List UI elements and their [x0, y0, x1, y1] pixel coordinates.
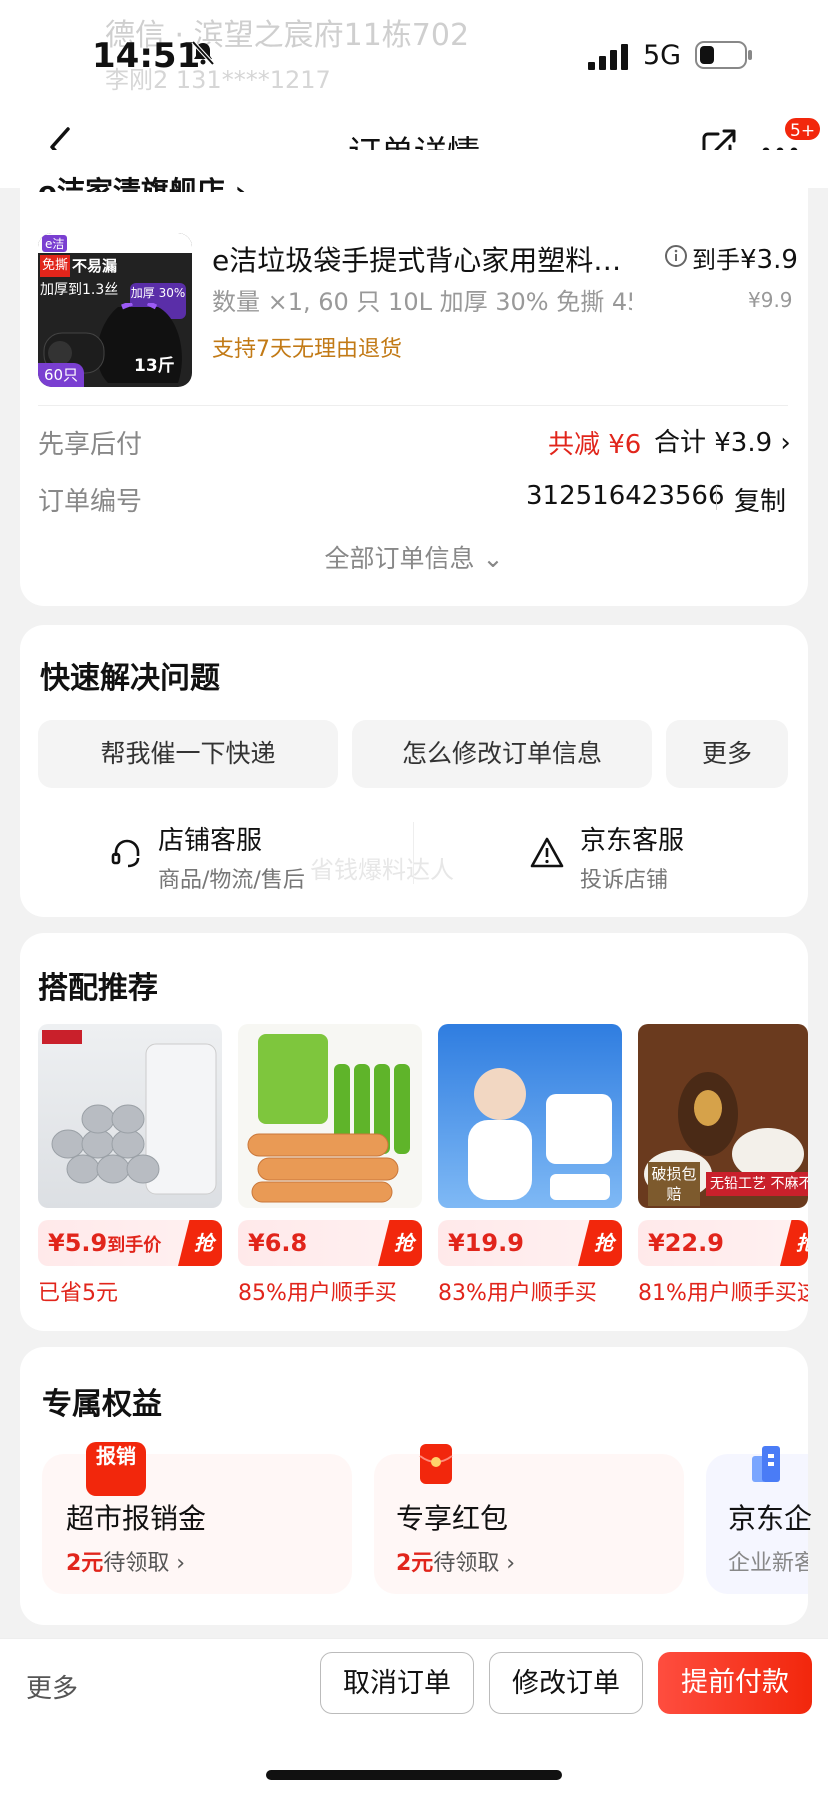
benefit-name-2: 专享红包: [396, 1502, 509, 1535]
discount-amount: 共减 ¥6: [548, 430, 642, 460]
recommend-price-3[interactable]: ¥19.9 抢: [438, 1220, 622, 1266]
return-policy: 支持7天无理由退货: [212, 337, 402, 362]
chip-modify-order-info[interactable]: 怎么修改订单信息: [352, 720, 652, 788]
tag-leakproof: 不易漏: [72, 257, 118, 275]
recommend-image-2[interactable]: [238, 1024, 422, 1208]
benefits-title: 专属权益: [42, 1387, 162, 1422]
recommend-title: 搭配推荐: [38, 971, 158, 1006]
final-price-value: ¥3.9: [740, 245, 798, 275]
info-icon[interactable]: [664, 244, 688, 268]
product-name[interactable]: e洁垃圾袋手提式背心家用塑料袋...: [212, 239, 642, 279]
recommend-image-1[interactable]: [38, 1024, 222, 1208]
pay-early-button[interactable]: 提前付款: [658, 1652, 812, 1714]
benefit-suffix: 待领取 ›: [433, 1551, 516, 1576]
enterprise-building-icon: [752, 1446, 780, 1482]
separator: [716, 486, 717, 510]
order-number: 312516423566: [526, 481, 725, 511]
tag-no-tear: 免撕: [40, 255, 70, 277]
cancel-order-button[interactable]: 取消订单: [320, 1652, 474, 1714]
product-spec[interactable]: 数量 ×1, 60 只 10L 加厚 30% 免撕 45*5: [212, 282, 632, 317]
battery-icon: [695, 41, 752, 69]
headset-icon[interactable]: [110, 836, 144, 870]
recommend-sub-1: 已省5元: [38, 1281, 118, 1306]
recommend-image-3[interactable]: [438, 1024, 622, 1208]
shop-service-subtitle: 商品/物流/售后: [158, 868, 305, 893]
tag-weight: 13斤: [134, 356, 175, 376]
trash-bag-rolls-graphic: [42, 1030, 217, 1195]
home-indicator: [266, 1770, 562, 1780]
final-price: 到手¥3.9: [692, 240, 798, 275]
grab-tag[interactable]: 抢: [780, 1220, 808, 1266]
price-value: ¥6.8: [248, 1229, 308, 1257]
benefit-suffix: 待领取 ›: [103, 1551, 186, 1576]
grab-tag[interactable]: 抢: [378, 1220, 422, 1266]
separator: [413, 822, 414, 884]
recommend-price-4[interactable]: ¥22.9 抢: [638, 1220, 808, 1266]
reimburse-icon-text: 报销: [96, 1444, 136, 1468]
bell-muted-icon: [191, 40, 215, 66]
shop-name[interactable]: e洁家清旗舰店 ›: [38, 170, 246, 192]
recommend-sub-4: 81%用户顺手买这: [638, 1281, 808, 1306]
product-thumbnail[interactable]: e洁 免撕 不易漏 加厚到1.3丝 加厚 30% 13斤 60只: [38, 233, 192, 387]
damage-badge: 破损包赔: [648, 1162, 700, 1206]
signal-icon: [588, 44, 628, 70]
recommend-price-1[interactable]: ¥5.9到手价抢: [38, 1220, 222, 1266]
order-number-label: 订单编号: [38, 487, 143, 517]
divider: [38, 405, 788, 406]
water-promo-graphic: [468, 1068, 612, 1200]
recommend-image-4[interactable]: 破损包赔 无铅工艺 不麻不: [638, 1024, 808, 1208]
price-value: ¥19.9: [448, 1229, 524, 1257]
modify-order-button[interactable]: 修改订单: [489, 1652, 643, 1714]
watermark: 省钱爆料达人: [310, 856, 454, 884]
benefit-amount: 2元: [396, 1551, 434, 1576]
original-price: ¥9.9: [748, 288, 793, 312]
price-suffix: 到手价: [107, 1235, 162, 1256]
grab-tag[interactable]: 抢: [178, 1220, 222, 1266]
recommend-sub-2: 85%用户顺手买: [238, 1281, 397, 1306]
status-time: 14:51: [92, 36, 201, 76]
payment-method-label: 先享后付: [38, 430, 143, 460]
chip-more[interactable]: 更多: [666, 720, 788, 788]
red-packet-icon: [419, 1444, 453, 1484]
grab-tag[interactable]: 抢: [578, 1220, 622, 1266]
all-order-info-toggle[interactable]: 全部订单信息 ⌄: [0, 539, 828, 575]
tag-count: 60只: [38, 363, 84, 387]
feature-strip: 无铅工艺 不麻不: [706, 1172, 808, 1196]
jd-service-title[interactable]: 京东客服: [580, 820, 684, 857]
sausage-graphic: [247, 1034, 410, 1203]
benefit-amount: 2元: [66, 1551, 104, 1576]
benefit-sub-1[interactable]: 2元待领取 ›: [66, 1545, 185, 1577]
jd-service-subtitle: 投诉店铺: [580, 868, 669, 893]
benefit-sub-2[interactable]: 2元待领取 ›: [396, 1545, 515, 1577]
benefit-name-1: 超市报销金: [66, 1502, 207, 1535]
quick-help-title: 快速解决问题: [40, 661, 220, 696]
price-value: ¥5.9: [48, 1229, 108, 1257]
order-total[interactable]: 合计 ¥3.9 ›: [654, 422, 791, 459]
tag-thickness: 加厚到1.3丝: [40, 282, 119, 298]
benefit-name-3: 京东企: [728, 1502, 813, 1535]
final-price-label: 到手: [692, 246, 740, 274]
network-type: 5G: [643, 40, 682, 71]
message-count-badge: 5+: [783, 116, 823, 142]
warning-icon[interactable]: [530, 836, 564, 870]
more-button[interactable]: 更多: [26, 1668, 78, 1705]
chip-urge-delivery[interactable]: 帮我催一下快递: [38, 720, 338, 788]
price-value: ¥22.9: [648, 1229, 724, 1257]
recommend-sub-3: 83%用户顺手买: [438, 1281, 597, 1306]
recommend-price-2[interactable]: ¥6.8 抢: [238, 1220, 422, 1266]
benefit-sub-3: 企业新客: [728, 1551, 808, 1576]
brand-logo: e洁: [42, 234, 68, 252]
shop-service-title[interactable]: 店铺客服: [158, 820, 262, 857]
reimburse-icon: 报销: [86, 1442, 146, 1496]
copy-button[interactable]: 复制: [734, 481, 786, 518]
